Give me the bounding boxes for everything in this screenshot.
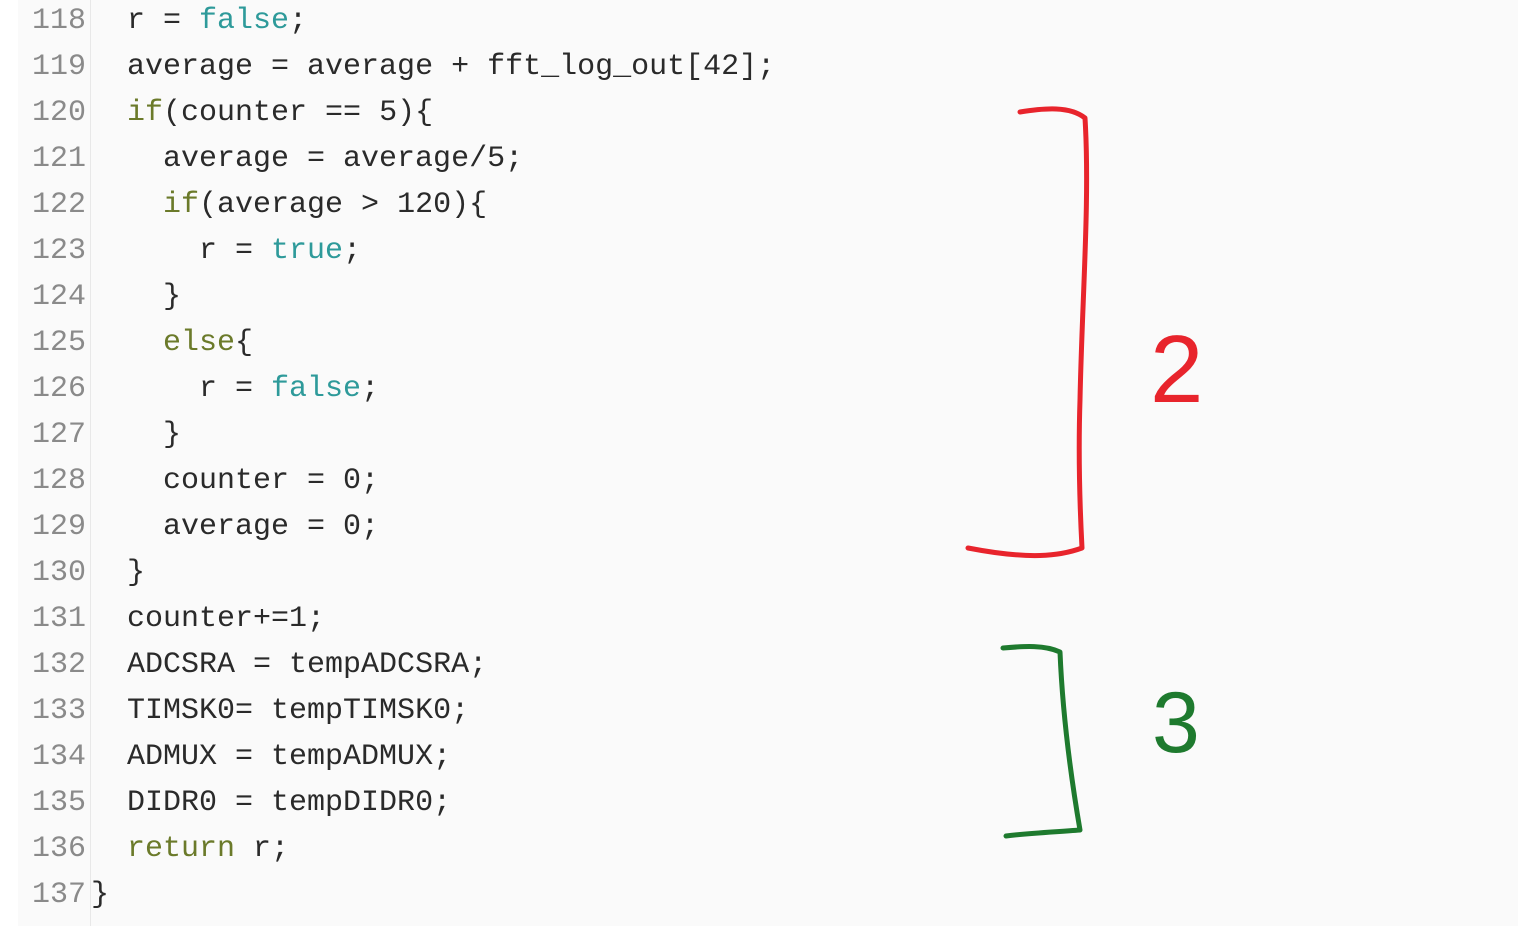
code-line[interactable]: DIDR0 = tempDIDR0; [91,780,451,826]
code-text: ADCSRA = tempADCSRA; [127,648,488,682]
code-line[interactable]: ADCSRA = tempADCSRA; [91,642,487,688]
code-line[interactable]: } [91,412,181,458]
code-literal: false [199,4,290,38]
code-text: counter = 0; [163,464,380,498]
line-number: 123 [31,234,86,268]
code-line[interactable]: if(average > 120){ [91,182,487,228]
line-number: 137 [31,878,86,912]
code-literal: true [271,234,344,268]
line-number: 120 [31,96,86,130]
code-text: r = [127,4,200,38]
line-number: 125 [31,326,86,360]
code-line[interactable]: average = average + fft_log_out[42]; [91,44,775,90]
code-keyword: else [163,326,236,360]
code-text: r = [199,234,272,268]
code-line[interactable]: ADMUX = tempADMUX; [91,734,451,780]
code-text: (average > 120){ [199,188,488,222]
code-text: r; [235,832,290,866]
code-text: ; [343,234,362,268]
code-keyword: return [127,832,236,866]
line-number: 121 [31,142,86,176]
line-number: 119 [31,50,86,84]
code-text: average = average + fft_log_out[42]; [127,50,776,84]
code-text: (counter == 5){ [163,96,434,130]
code-text: ; [289,4,308,38]
line-number: 136 [31,832,86,866]
line-number: 126 [31,372,86,406]
code-text: } [127,556,146,590]
code-line[interactable]: counter+=1; [91,596,325,642]
line-number: 127 [31,418,86,452]
code-line[interactable]: } [91,872,109,918]
code-line[interactable]: average = 0; [91,504,379,550]
line-number: 118 [31,4,86,38]
line-number-gutter: 118 119 120 121 122 123 124 125 126 127 128 129 130 1… [18,0,91,926]
code-line[interactable]: counter = 0; [91,458,379,504]
line-number: 124 [31,280,86,314]
line-number: 128 [31,464,86,498]
line-number: 130 [31,556,86,590]
code-line[interactable]: return r; [91,826,289,872]
line-number: 131 [31,602,86,636]
code-line[interactable]: r = false; [91,0,307,44]
code-text: r = [199,372,272,406]
code-text: TIMSK0= tempTIMSK0; [127,694,470,728]
code-text: } [91,878,110,912]
code-line[interactable]: else{ [91,320,253,366]
line-number: 134 [31,740,86,774]
code-line[interactable]: } [91,274,181,320]
code-literal: false [271,372,362,406]
code-line[interactable]: if(counter == 5){ [91,90,433,136]
code-keyword: if [163,188,200,222]
code-text: DIDR0 = tempDIDR0; [127,786,452,820]
code-text: ADMUX = tempADMUX; [127,740,452,774]
line-number: 132 [31,648,86,682]
code-line[interactable]: } [91,550,145,596]
code-text: { [235,326,254,360]
code-line[interactable]: r = false; [91,366,379,412]
code-line[interactable]: average = average/5; [91,136,523,182]
line-number: 122 [31,188,86,222]
code-text: average = 0; [163,510,380,544]
code-editor[interactable]: 118 119 120 121 122 123 124 125 126 127 128 129 130 1… [18,0,1518,926]
code-text: counter+=1; [127,602,326,636]
code-text: } [163,418,182,452]
code-area[interactable]: r = false; average = average + fft_log_o… [91,0,1518,926]
code-text: average = average/5; [163,142,524,176]
code-line[interactable]: TIMSK0= tempTIMSK0; [91,688,469,734]
line-number: 135 [31,786,86,820]
code-line[interactable]: r = true; [91,228,361,274]
line-number: 133 [31,694,86,728]
line-number: 129 [31,510,86,544]
code-text: ; [361,372,380,406]
code-keyword: if [127,96,164,130]
code-text: } [163,280,182,314]
